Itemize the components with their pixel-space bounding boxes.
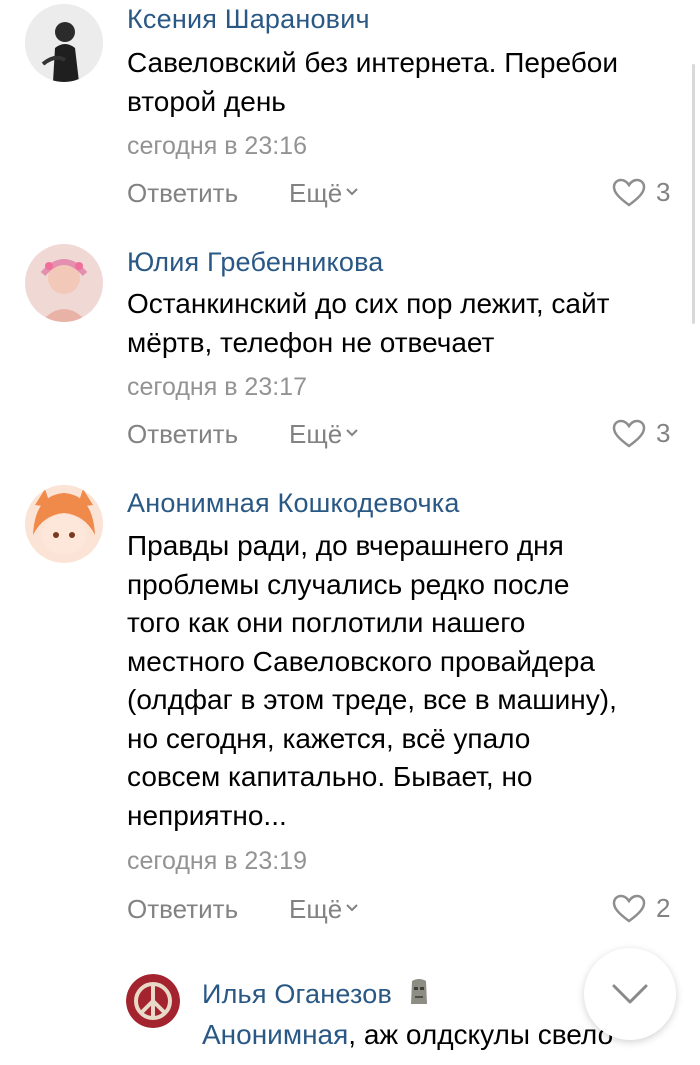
author-name[interactable]: Анонимная Кошкодевочка — [127, 488, 460, 519]
author-name[interactable]: Юлия Гребенникова — [127, 247, 384, 278]
reply-text: , аж олдскулы свело — [348, 1019, 614, 1050]
author-name[interactable]: Ксения Шаранович — [127, 4, 370, 35]
more-button[interactable]: Ещё — [289, 419, 358, 450]
like-button[interactable]: 3 — [612, 177, 670, 208]
scrollbar[interactable] — [692, 64, 695, 324]
comment-text: Останкинский до сих пор лежит, сайт мёрт… — [127, 288, 610, 358]
like-count: 2 — [656, 893, 671, 923]
avatar-photo — [25, 4, 103, 82]
like-button[interactable]: 3 — [612, 418, 670, 449]
avatar[interactable] — [25, 485, 103, 563]
avatar-photo — [25, 244, 103, 322]
comment-timestamp[interactable]: сегодня в 23:17 — [127, 373, 307, 402]
author-label: Илья Оганезов — [202, 979, 392, 1009]
heart-outline-icon — [612, 419, 646, 448]
heart-outline-icon — [612, 178, 646, 207]
moai-emoji-icon — [410, 979, 427, 1004]
more-button[interactable]: Ещё — [289, 894, 358, 925]
mention-link[interactable]: Анонимная — [202, 1019, 348, 1050]
comment-text: Анонимная, аж олдскулы свело — [202, 1016, 613, 1055]
comment-timestamp[interactable]: сегодня в 23:16 — [127, 132, 307, 161]
like-count: 3 — [656, 418, 671, 448]
like-button[interactable]: 2 — [612, 893, 670, 924]
avatar[interactable] — [25, 244, 103, 322]
author-name[interactable]: Илья Оганезов — [202, 977, 430, 1010]
chevron-down-icon — [346, 429, 358, 437]
like-count: 3 — [656, 177, 671, 207]
avatar[interactable] — [25, 4, 103, 82]
more-button[interactable]: Ещё — [289, 178, 358, 209]
avatar-photo — [25, 485, 103, 563]
comment-text: Правды ради, до вчерашнего дня проблемы … — [127, 530, 617, 831]
comment-actions: Ответить Ещё 3 — [0, 418, 700, 455]
scroll-down-button[interactable] — [584, 948, 676, 1040]
comment-actions: Ответить Ещё 3 — [0, 177, 700, 214]
comment-text: Савеловский без интернета. Перебои второ… — [127, 47, 618, 117]
comment-timestamp[interactable]: сегодня в 23:19 — [127, 847, 307, 876]
more-label: Ещё — [289, 178, 343, 208]
chevron-down-icon — [346, 904, 358, 912]
reply-button[interactable]: Ответить — [127, 419, 238, 450]
avatar[interactable] — [126, 974, 180, 1028]
peace-symbol-avatar — [126, 974, 180, 1028]
comment-actions: Ответить Ещё 2 — [0, 893, 700, 930]
chevron-down-icon — [612, 984, 648, 1004]
more-label: Ещё — [289, 419, 343, 449]
reply-button[interactable]: Ответить — [127, 178, 238, 209]
heart-outline-icon — [612, 894, 646, 923]
more-label: Ещё — [289, 894, 343, 924]
chevron-down-icon — [346, 188, 358, 196]
reply-button[interactable]: Ответить — [127, 894, 238, 925]
